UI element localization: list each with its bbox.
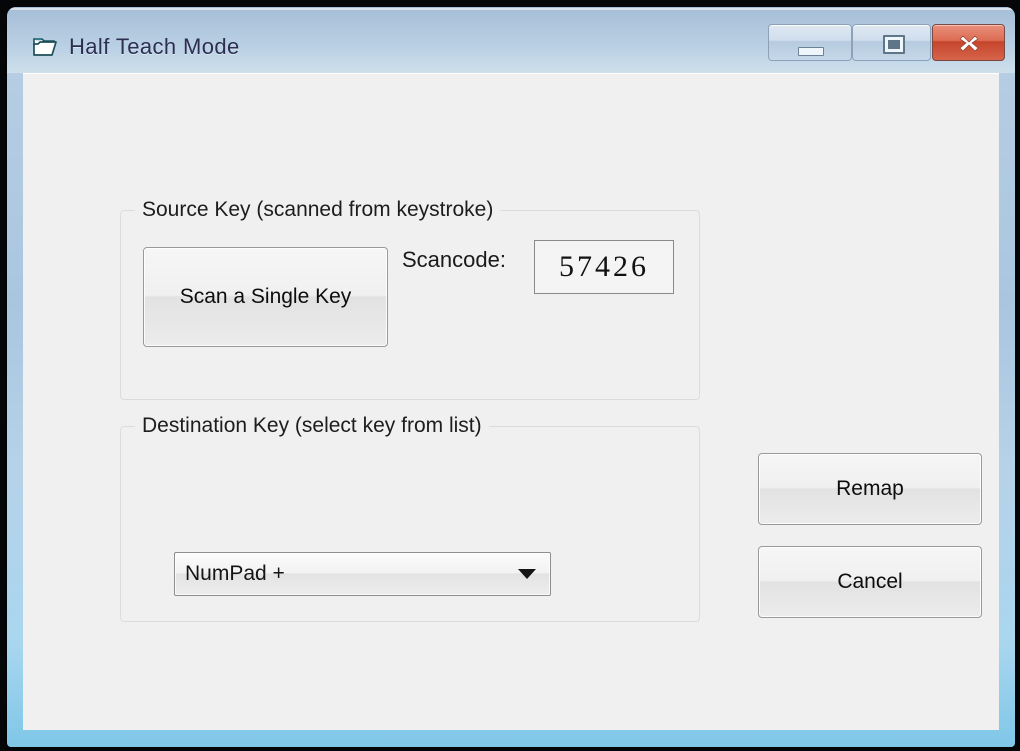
close-icon — [956, 30, 982, 56]
client-area: Source Key (scanned from keystroke) Scan… — [23, 73, 999, 730]
title-bar-highlight — [8, 8, 1014, 10]
window-title: Half Teach Mode — [69, 34, 240, 59]
scancode-field[interactable]: 57426 — [534, 240, 674, 294]
destination-key-group-title: Destination Key (select key from list) — [135, 414, 489, 438]
remap-button[interactable]: Remap — [758, 453, 982, 525]
scan-single-key-button[interactable]: Scan a Single Key — [143, 247, 388, 347]
destination-key-selected-value: NumPad + — [185, 562, 285, 585]
scancode-value: 57426 — [559, 250, 649, 283]
minimize-icon — [798, 46, 824, 56]
maximize-icon — [882, 34, 905, 54]
cancel-button[interactable]: Cancel — [758, 546, 982, 618]
close-button[interactable] — [932, 24, 1005, 61]
destination-key-select[interactable]: NumPad + — [174, 552, 551, 596]
chevron-down-icon — [518, 569, 536, 579]
source-key-group-title: Source Key (scanned from keystroke) — [135, 198, 501, 222]
minimize-button[interactable] — [768, 24, 852, 61]
application-window: Half Teach Mode Source Key (scanned from… — [7, 7, 1015, 747]
folder-icon — [32, 36, 58, 58]
scancode-label: Scancode: — [402, 247, 506, 272]
maximize-button[interactable] — [852, 24, 931, 61]
destination-key-group: Destination Key (select key from list) N… — [120, 414, 700, 622]
screen: Half Teach Mode Source Key (scanned from… — [0, 0, 1020, 751]
title-bar[interactable]: Half Teach Mode — [7, 7, 1015, 73]
